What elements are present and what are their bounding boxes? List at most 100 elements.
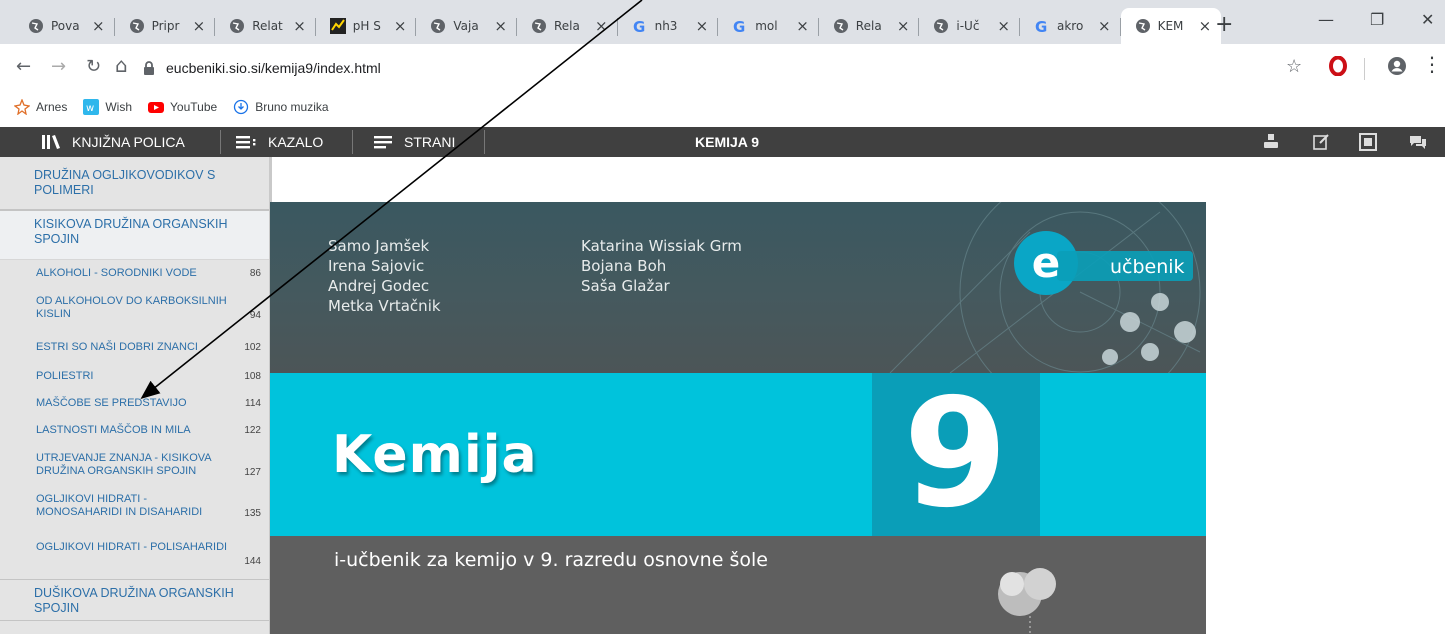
- tab-close-button[interactable]: ×: [394, 17, 407, 35]
- svg-text:G: G: [1035, 18, 1047, 34]
- toc-item[interactable]: LASTNOSTI MAŠČOB IN MILA 122: [0, 424, 269, 437]
- tab-title: Rela: [554, 19, 580, 33]
- book-title: KEMIJA 9: [695, 134, 760, 150]
- edit-note-icon[interactable]: [1312, 133, 1330, 151]
- tab-close-button[interactable]: ×: [997, 17, 1010, 35]
- lock-icon: [144, 61, 154, 75]
- tab-title: Pripr: [151, 19, 180, 33]
- bookmark-wish[interactable]: w Wish: [83, 99, 132, 115]
- browser-menu-button[interactable]: ⋮: [1422, 54, 1442, 74]
- browser-tab[interactable]: i-Uč ×: [919, 8, 1020, 44]
- logo-letter: e: [1032, 238, 1061, 287]
- tab-close-button[interactable]: ×: [595, 17, 608, 35]
- tab-title: pH S: [352, 19, 381, 33]
- tab-title: nh3: [654, 19, 678, 33]
- tab-close-button[interactable]: ×: [193, 17, 206, 35]
- print-icon[interactable]: [1262, 133, 1280, 151]
- bookmark-youtube[interactable]: YouTube: [148, 99, 217, 115]
- section-hydrocarbons[interactable]: DRUŽINA OGLJIKOVODIKOV S POLIMERI: [0, 162, 269, 210]
- toc-item[interactable]: OD ALKOHOLOV DO KARBOKSILNIH KISLIN 94: [0, 295, 269, 321]
- section-oxygen-family[interactable]: KISIKOVA DRUŽINA ORGANSKIH SPOJIN: [0, 210, 269, 260]
- toc-item[interactable]: ESTRI SO NAŠI DOBRI ZNANCI 102: [0, 341, 269, 354]
- cover-title: Kemija: [332, 425, 538, 485]
- logo-text: učbenik: [1110, 256, 1185, 278]
- profile-icon[interactable]: [1387, 56, 1407, 76]
- opera-icon[interactable]: [1329, 56, 1347, 76]
- youtube-icon: [148, 99, 165, 115]
- grade-number: 9: [903, 367, 1008, 541]
- tab-close-button[interactable]: ×: [796, 17, 809, 35]
- list-icon: [236, 134, 258, 150]
- section-nitrogen-family[interactable]: DUŠIKOVA DRUŽINA ORGANSKIH SPOJIN: [0, 579, 269, 621]
- tab-close-button[interactable]: ×: [696, 17, 709, 35]
- tab-close-button[interactable]: ×: [92, 17, 105, 35]
- svg-text:G: G: [633, 18, 645, 34]
- browser-tab[interactable]: Pripr ×: [115, 8, 216, 44]
- tab-strip: Pova × Pripr × Relat × pH S × Vaja × Rela × Gnh3 × Gmo…: [0, 0, 1445, 44]
- globe-icon: [1135, 18, 1151, 34]
- toc-item[interactable]: POLIESTRI 108: [0, 370, 269, 383]
- bookmark-star-icon[interactable]: ☆: [1286, 56, 1302, 77]
- browser-tab[interactable]: Gnh3 ×: [618, 8, 719, 44]
- tab-title: mol: [755, 19, 778, 33]
- browser-tab[interactable]: Relat ×: [215, 8, 316, 44]
- appbar-divider: [352, 130, 353, 154]
- google-icon: G: [732, 18, 748, 34]
- browser-tab[interactable]: Gmol ×: [718, 8, 819, 44]
- book-cover[interactable]: Samo Jamšek Irena Sajovic Andrej Godec M…: [270, 202, 1206, 634]
- fullscreen-icon[interactable]: [1359, 133, 1377, 151]
- toc-item[interactable]: MAŠČOBE SE PREDSTAVIJO 114: [0, 397, 269, 410]
- address-bar[interactable]: eucbeniki.sio.si/kemija9/index.html: [140, 52, 1305, 84]
- tab-close-button[interactable]: ×: [494, 17, 507, 35]
- bookmark-bruno-muzika[interactable]: Bruno muzika: [233, 99, 329, 115]
- page-number: 86: [249, 268, 261, 279]
- tab-close-button[interactable]: ×: [1098, 17, 1111, 35]
- index-button[interactable]: KAZALO: [236, 127, 323, 157]
- browser-toolbar: ← → ↻ ⌂ eucbeniki.sio.si/kemija9/index.h…: [0, 44, 1445, 92]
- page-number: 102: [244, 342, 261, 353]
- cover-header: Samo Jamšek Irena Sajovic Andrej Godec M…: [270, 202, 1206, 373]
- page-number: 114: [245, 398, 261, 409]
- browser-tab[interactable]: Vaja ×: [416, 8, 517, 44]
- close-window-button[interactable]: ✕: [1421, 10, 1434, 29]
- reload-button[interactable]: ↻: [86, 58, 101, 76]
- tab-close-button[interactable]: ×: [293, 17, 306, 35]
- maximize-button[interactable]: ❐: [1370, 10, 1384, 29]
- tab-close-button[interactable]: ×: [897, 17, 910, 35]
- globe-icon: [430, 18, 446, 34]
- tab-title: Vaja: [453, 19, 479, 33]
- app-bar: KNJIŽNA POLICA KAZALO STRANI KEMIJA 9: [0, 127, 1445, 157]
- bookshelf-button[interactable]: KNJIŽNA POLICA: [42, 127, 185, 157]
- browser-tab[interactable]: Rela ×: [819, 8, 920, 44]
- chat-icon[interactable]: [1409, 133, 1427, 151]
- toc-item[interactable]: OGLJIKOVI HIDRATI - POLISAHARIDI 144: [0, 541, 269, 567]
- minimize-button[interactable]: —: [1318, 10, 1334, 29]
- bookmark-arnes[interactable]: Arnes: [14, 99, 67, 115]
- toc-item[interactable]: ALKOHOLI - SORODNIKI VODE 86: [0, 267, 269, 280]
- pages-button[interactable]: STRANI: [374, 127, 455, 157]
- forward-button[interactable]: →: [51, 58, 66, 76]
- toc-item[interactable]: UTRJEVANJE ZNANJA - KISIKOVA DRUŽINA ORG…: [0, 452, 269, 478]
- toc-item[interactable]: OGLJIKOVI HIDRATI - MONOSAHARIDI IN DISA…: [0, 493, 269, 519]
- browser-tab[interactable]: pH S ×: [316, 8, 417, 44]
- tab-title: akro: [1057, 19, 1084, 33]
- cloud-icon: [233, 99, 249, 115]
- browser-tab[interactable]: Rela ×: [517, 8, 618, 44]
- browser-tab[interactable]: Gakro ×: [1020, 8, 1121, 44]
- page-number: 144: [244, 556, 261, 567]
- table-of-contents-sidebar: DRUŽINA OGLJIKOVODIKOV S POLIMERI KISIKO…: [0, 157, 272, 634]
- tab-close-button[interactable]: ×: [1199, 17, 1212, 35]
- tab-title: Relat: [252, 19, 283, 33]
- toolbar-divider: [1364, 58, 1365, 80]
- browser-tab[interactable]: Pova ×: [14, 8, 115, 44]
- back-button[interactable]: ←: [16, 58, 31, 76]
- tab-title: KEM: [1157, 19, 1184, 33]
- bookmarks-bar: Arnes w Wish YouTube Bruno muzika: [0, 92, 1445, 122]
- page-number: 94: [249, 310, 261, 321]
- new-tab-button[interactable]: +: [1215, 14, 1233, 36]
- svg-text:G: G: [733, 18, 745, 34]
- home-button[interactable]: ⌂: [115, 55, 128, 75]
- page-number: 135: [244, 508, 261, 519]
- url-text[interactable]: eucbeniki.sio.si/kemija9/index.html: [166, 60, 381, 76]
- tab-active[interactable]: KEM ×: [1120, 8, 1222, 44]
